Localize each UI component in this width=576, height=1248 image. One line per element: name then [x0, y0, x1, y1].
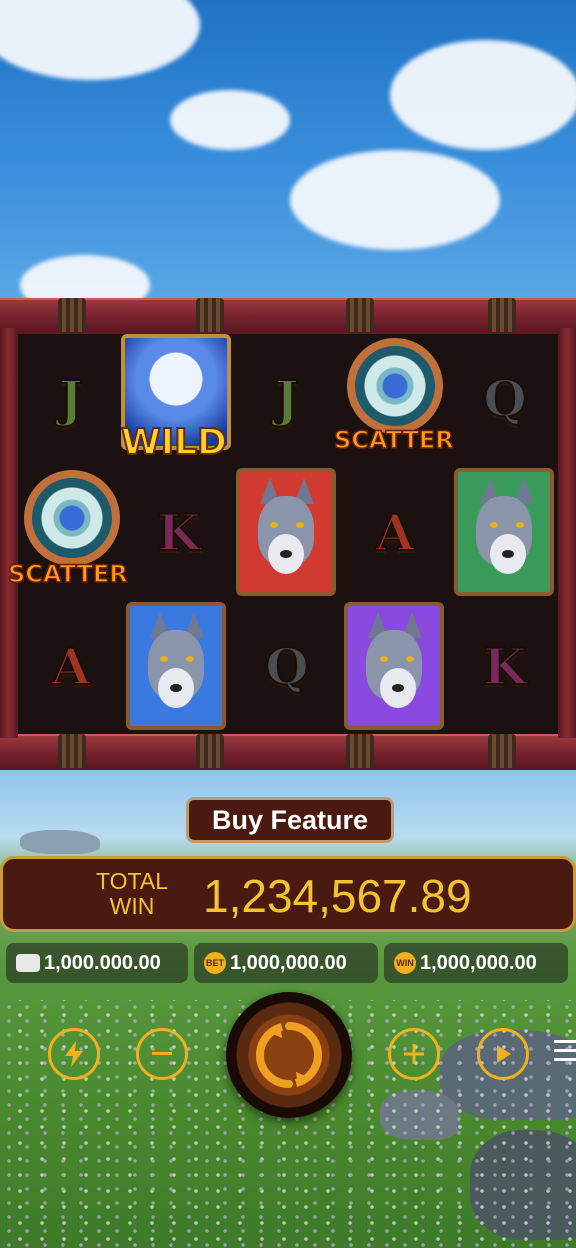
- plus-icon: [404, 1044, 424, 1064]
- wolf-nose: [502, 550, 514, 558]
- win-value: 1,000,000.00: [420, 951, 537, 974]
- cloud: [290, 150, 500, 250]
- turbo-lightning-icon: [65, 1041, 83, 1067]
- wolf-nose: [170, 684, 182, 692]
- total-win-label-line2: WIN: [109, 893, 155, 919]
- wolf-eye: [270, 522, 278, 528]
- wolf-eye: [160, 656, 168, 662]
- dreamcatcher-icon: [24, 470, 120, 566]
- scatter-label: SCATTER: [7, 559, 128, 589]
- symbol-scatter: SCATTER: [4, 468, 129, 598]
- rope-tie: [58, 298, 86, 332]
- menu-line: [554, 1040, 576, 1043]
- wolf-nose: [392, 684, 404, 692]
- symbol-k: K: [156, 503, 201, 562]
- spin-button[interactable]: [226, 992, 352, 1118]
- total-win-label: TOTAL WIN: [87, 869, 177, 919]
- symbol-wild: WILD: [120, 334, 231, 464]
- symbol-a: A: [375, 503, 416, 562]
- symbol-j: J: [58, 369, 84, 428]
- menu-line: [554, 1058, 576, 1061]
- cloud: [0, 0, 200, 80]
- win-display: WIN 1,000,000.00: [384, 943, 568, 983]
- cloud: [390, 40, 576, 150]
- increase-bet-button[interactable]: [388, 1028, 440, 1080]
- bet-value: 1,000,000.00: [230, 951, 347, 974]
- wolf-nose: [280, 550, 292, 558]
- scatter-label: SCATTER: [333, 425, 454, 455]
- symbol-q: Q: [264, 637, 310, 696]
- reel-grid: J WILD J SCATTER Q SCATTER K A A Q K: [7, 334, 558, 734]
- minus-icon: [152, 1052, 172, 1055]
- balance-display: 1,000.000.00: [6, 943, 188, 983]
- dreamcatcher-icon: [347, 338, 443, 434]
- menu-icon[interactable]: [554, 1040, 576, 1064]
- total-win-panel: TOTAL WIN 1,234,567.89: [0, 856, 576, 932]
- wild-label: WILD: [120, 421, 228, 464]
- grumpy-wolf-symbol: [236, 468, 336, 596]
- wallet-icon: [16, 954, 40, 972]
- rope-tie: [196, 298, 224, 332]
- symbol-scatter: SCATTER: [333, 334, 455, 464]
- cheeky-wolf-symbol: [344, 602, 444, 730]
- frame-right-post: [558, 328, 576, 738]
- symbol-k: K: [482, 637, 527, 696]
- buy-feature-button[interactable]: Buy Feature: [186, 797, 394, 843]
- menu-line: [554, 1049, 576, 1052]
- rope-tie: [346, 734, 374, 768]
- bet-icon: BET: [204, 952, 226, 974]
- sky-background: [0, 0, 576, 300]
- rope-tie: [488, 734, 516, 768]
- rope-tie: [58, 734, 86, 768]
- symbol-j: J: [274, 369, 300, 428]
- autoplay-icon: [497, 1045, 511, 1063]
- turbo-button[interactable]: [48, 1028, 100, 1080]
- rope-tie: [488, 298, 516, 332]
- rope-tie: [196, 734, 224, 768]
- wolf-eye: [516, 522, 524, 528]
- cloud: [170, 90, 290, 150]
- total-win-value: 1,234,567.89: [203, 870, 472, 922]
- wolf-eye: [380, 656, 388, 662]
- wolf-eye: [406, 656, 414, 662]
- smug-wolf-symbol: [454, 468, 554, 596]
- balance-value: 1,000.000.00: [44, 951, 161, 974]
- wolf-eye: [296, 522, 304, 528]
- wolf-eye: [490, 522, 498, 528]
- cloud: [20, 255, 150, 300]
- wolf-eye: [186, 656, 194, 662]
- symbol-a: A: [51, 637, 92, 696]
- symbol-q: Q: [482, 369, 528, 428]
- bet-display: BET 1,000,000.00: [194, 943, 378, 983]
- happy-wolf-symbol: [126, 602, 226, 730]
- win-icon: WIN: [394, 952, 416, 974]
- autoplay-button[interactable]: [477, 1028, 529, 1080]
- rock: [20, 830, 100, 854]
- rope-tie: [346, 298, 374, 332]
- decrease-bet-button[interactable]: [136, 1028, 188, 1080]
- spin-icon: [256, 1022, 322, 1088]
- total-win-label-line1: TOTAL: [96, 868, 168, 894]
